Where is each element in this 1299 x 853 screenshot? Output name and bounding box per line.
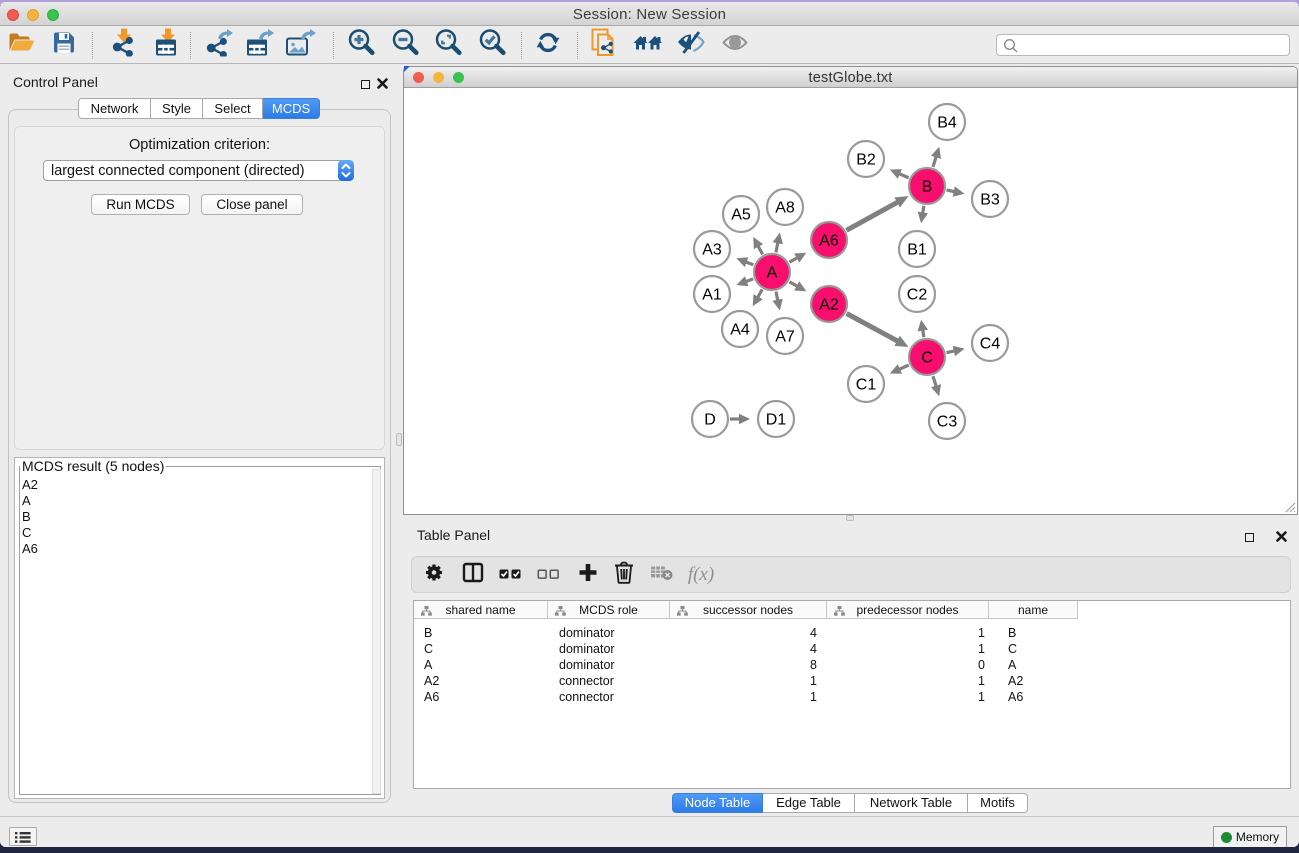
svg-text:B3: B3 (980, 192, 1000, 209)
svg-text:D1: D1 (766, 412, 787, 429)
svg-text:D: D (704, 412, 716, 429)
svg-text:A8: A8 (775, 200, 795, 217)
svg-text:C3: C3 (937, 414, 958, 431)
svg-text:B4: B4 (937, 115, 957, 132)
svg-text:A7: A7 (775, 329, 795, 346)
svg-text:C1: C1 (856, 377, 877, 394)
svg-text:C4: C4 (980, 336, 1001, 353)
svg-text:B: B (922, 179, 933, 196)
svg-text:A4: A4 (730, 322, 750, 339)
svg-text:A2: A2 (819, 297, 839, 314)
svg-text:A3: A3 (702, 242, 722, 259)
svg-text:B1: B1 (907, 242, 927, 259)
svg-text:A1: A1 (702, 287, 722, 304)
svg-text:A: A (767, 265, 778, 282)
svg-text:C: C (921, 350, 933, 367)
svg-text:A6: A6 (819, 233, 839, 250)
svg-text:A5: A5 (731, 207, 751, 224)
svg-text:C2: C2 (907, 287, 928, 304)
svg-text:B2: B2 (856, 152, 876, 169)
